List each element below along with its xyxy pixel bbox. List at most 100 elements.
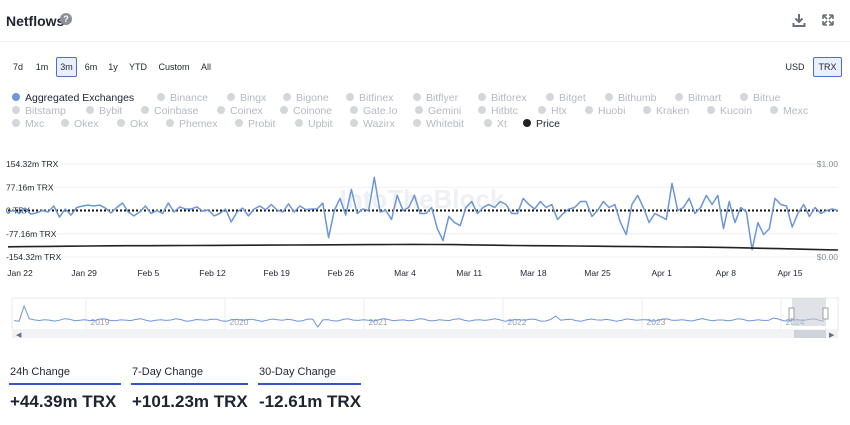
range-1y-button[interactable]: 1y [104,57,122,77]
legend-item-huobi[interactable]: Huobi [585,105,625,117]
range-7d-button[interactable]: 7d [8,57,28,77]
legend-dot [546,93,554,101]
legend-item-gemini[interactable]: Gemini [415,105,461,117]
legend-item-coinex[interactable]: Coinex [217,105,263,117]
stat-label: 7-Day Change [132,366,203,378]
range-1m-button[interactable]: 1m [32,57,52,77]
navigator-window[interactable] [792,298,826,326]
currency-trx-button[interactable]: TRX [813,57,842,77]
download-icon[interactable] [791,12,807,28]
legend-item-mxc[interactable]: Mxc [12,118,44,130]
legend-label: Probit [248,118,276,130]
legend-dot [346,93,354,101]
legend-dot [12,93,20,101]
legend-item-binance[interactable]: Binance [157,92,208,104]
range-6m-button[interactable]: 6m [81,57,101,77]
legend-item-bitfinex[interactable]: Bitfinex [346,92,393,104]
legend-dot [585,106,593,114]
legend-label: Kucoin [720,105,753,117]
range-ytd-button[interactable]: YTD [125,57,151,77]
legend-label: Wazirx [363,118,395,130]
netflows-chart[interactable]: IntoTheBlock 154.32m TRX77.16m TRX0 TRX-… [0,150,850,280]
legend-item-hitbtc[interactable]: Hitbtc [478,105,518,117]
x-tick-label: Apr 1 [652,268,673,278]
help-icon[interactable]: ? [60,13,72,25]
scroll-right-arrow-icon[interactable]: ▶ [829,332,835,339]
stat-30day: 30-Day Change -12.61m TRX [258,364,361,414]
legend-label: Bitrue [753,92,781,104]
legend-item-price[interactable]: Price [523,118,560,130]
legend-dot [523,119,531,127]
stat-value: -12.61m TRX [259,392,362,411]
x-tick-label: Jan 29 [71,268,97,278]
legend-dot [675,93,683,101]
range-3m-button[interactable]: 3m [56,57,77,77]
legend-item-kraken[interactable]: Kraken [643,105,689,117]
legend-dot [707,106,715,114]
legend-label: Gemini [428,105,462,117]
legend-item-kucoin[interactable]: Kucoin [707,105,752,117]
legend-item-bitmart[interactable]: Bitmart [675,92,721,104]
currency-usd-button[interactable]: USD [781,57,809,77]
legend-label: Coinone [293,105,333,117]
legend-label: Mexc [783,105,809,117]
range-all-button[interactable]: All [197,57,215,77]
scroll-left-arrow-icon[interactable]: ◀ [16,332,22,339]
legend-dot [740,93,748,101]
legend-item-aggregated-exchanges[interactable]: Aggregated Exchanges [12,92,134,104]
expand-icon[interactable] [820,12,836,28]
legend-item-bybit[interactable]: Bybit [86,105,122,117]
navigator-scrollbar-thumb[interactable] [794,330,826,338]
legend-label: Kraken [656,105,690,117]
legend-label: Coinbase [154,105,199,117]
x-tick-label: Mar 4 [394,268,416,278]
legend-dot [12,106,20,114]
legend-item-okx[interactable]: Okx [117,118,149,130]
navigator-scrollbar[interactable] [12,330,838,338]
legend-item-bithumb[interactable]: Bithumb [605,92,657,104]
legend-dot [157,93,165,101]
time-navigator[interactable]: 201920202021202220232024 ◀ ▶ [0,296,850,340]
legend-dot [280,106,288,114]
navigator-right-handle[interactable] [822,307,829,320]
legend-item-bitforex[interactable]: Bitforex [478,92,527,104]
legend-dot [283,93,291,101]
legend-label: Xt [497,118,507,130]
navigator-left-handle[interactable] [788,307,795,320]
legend-label: Okx [130,118,149,130]
legend-item-wazirx[interactable]: Wazirx [350,118,395,130]
legend-item-phemex[interactable]: Phemex [166,118,218,130]
x-tick-label: Feb 19 [263,268,290,278]
legend-item-okex[interactable]: Okex [61,118,99,130]
legend-item-bitstamp[interactable]: Bitstamp [12,105,66,117]
legend-item-coinone[interactable]: Coinone [280,105,332,117]
stat-7day: 7-Day Change +101.23m TRX [131,364,248,414]
range-custom-button[interactable]: Custom [154,57,194,77]
legend-item-htx[interactable]: Htx [538,105,567,117]
legend-label: Bitstamp [25,105,66,117]
legend-label: Bigone [296,92,329,104]
legend-item-whitebit[interactable]: Whitebit [413,118,464,130]
legend-dot [295,119,303,127]
chart-header: Netflows ? [0,0,850,42]
legend-item-bitflyer[interactable]: Bitflyer [413,92,458,104]
legend-dot [415,106,423,114]
legend-label: Coinex [230,105,263,117]
legend-item-bitget[interactable]: Bitget [546,92,586,104]
legend-label: Bithumb [618,92,657,104]
legend-item-upbit[interactable]: Upbit [295,118,333,130]
legend-item-probit[interactable]: Probit [235,118,275,130]
legend-label: Okex [74,118,99,130]
legend-item-bitrue[interactable]: Bitrue [740,92,780,104]
legend-item-mexc[interactable]: Mexc [770,105,808,117]
legend-item-bingx[interactable]: Bingx [227,92,266,104]
legend-item-gate-io[interactable]: Gate.Io [350,105,397,117]
legend-label: Bitfinex [359,92,394,104]
x-tick-label: Feb 5 [137,268,159,278]
navigator-year-label: 2023 [647,317,666,327]
stat-label: 24h Change [10,366,70,378]
legend-item-bigone[interactable]: Bigone [283,92,329,104]
legend-label: Upbit [308,118,333,130]
legend-item-xt[interactable]: Xt [484,118,507,130]
legend-item-coinbase[interactable]: Coinbase [141,105,198,117]
